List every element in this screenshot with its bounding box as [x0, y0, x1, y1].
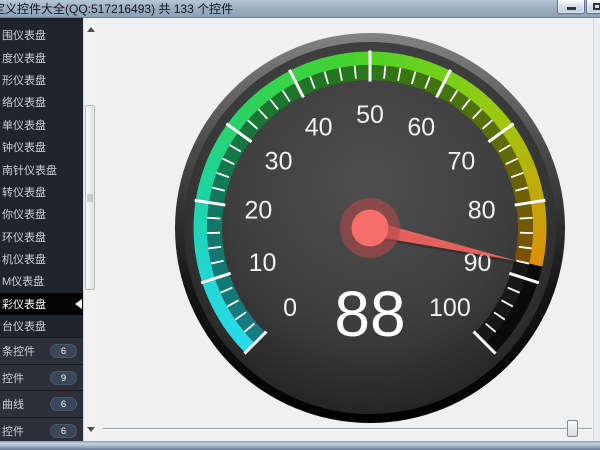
sidebar-item-label: 钟仪表盘 [2, 139, 46, 155]
scroll-down-icon[interactable] [87, 427, 95, 432]
window-bottom-border [0, 441, 600, 450]
app-window: 定义控件大全(QQ:517216493) 共 133 个控件 围仪表盘度仪表盘形… [0, 0, 600, 450]
sidebar-group-item[interactable]: 曲线 6 [0, 390, 83, 417]
svg-text:100: 100 [429, 294, 471, 322]
count-badge: 6 [50, 344, 77, 358]
sidebar-item[interactable]: 围仪表盘 [0, 24, 83, 46]
maximize-icon [593, 3, 600, 10]
sidebar-item[interactable]: 络仪表盘 [0, 91, 83, 113]
sidebar-item-label: 你仪表盘 [2, 206, 46, 222]
sidebar-item-label: 转仪表盘 [2, 184, 46, 200]
sidebar-item-label: M仪表盘 [2, 273, 44, 289]
sidebar-item[interactable]: 彩仪表盘 [0, 293, 83, 315]
gauge-value: 88 [334, 278, 405, 350]
sidebar-group-label: 控件 [2, 370, 24, 386]
sidebar-item-label: 络仪表盘 [2, 94, 46, 110]
svg-text:40: 40 [305, 113, 333, 141]
count-badge: 6 [50, 424, 77, 438]
sidebar-item[interactable]: 转仪表盘 [0, 181, 83, 203]
svg-text:70: 70 [448, 148, 476, 176]
svg-text:60: 60 [407, 113, 435, 141]
window-controls [557, 0, 600, 14]
svg-text:10: 10 [249, 249, 277, 277]
minimize-icon [567, 7, 576, 10]
sidebar-item-label: 彩仪表盘 [2, 296, 46, 312]
sidebar-groups: 条控件 6 控件 9 曲线 6 控件 6 [0, 337, 83, 441]
scroll-up-icon[interactable] [87, 27, 95, 32]
selected-item-marker-icon [75, 299, 82, 309]
sidebar-item-label: 机仪表盘 [2, 251, 46, 267]
sidebar-item[interactable]: 环仪表盘 [0, 226, 83, 248]
sidebar-item-label: 台仪表盘 [2, 318, 46, 334]
svg-text:0: 0 [283, 294, 297, 322]
count-badge: 6 [50, 397, 77, 411]
sidebar-group-item[interactable]: 条控件 6 [0, 337, 83, 364]
svg-text:30: 30 [265, 148, 293, 176]
sidebar-item-label: 围仪表盘 [2, 27, 46, 43]
sidebar-item[interactable]: M仪表盘 [0, 270, 83, 292]
window-title: 定义控件大全(QQ:517216493) 共 133 个控件 [0, 1, 233, 18]
value-slider-thumb[interactable] [567, 420, 578, 437]
gauge: 010203040506070809010088 [170, 28, 570, 428]
sidebar-item[interactable]: 南针仪表盘 [0, 158, 83, 180]
svg-text:50: 50 [356, 101, 384, 129]
gauge-hub [352, 210, 389, 247]
svg-text:80: 80 [468, 196, 496, 224]
scrollbar-thumb[interactable] [85, 105, 95, 290]
sidebar-item-label: 度仪表盘 [2, 50, 46, 66]
sidebar-item[interactable]: 形仪表盘 [0, 69, 83, 91]
sidebar-item-label: 单仪表盘 [2, 117, 46, 133]
sidebar-group-label: 曲线 [2, 396, 24, 412]
main-panel: 010203040506070809010088 [97, 18, 600, 441]
value-slider-track[interactable] [103, 428, 592, 429]
sidebar-group-label: 条控件 [2, 343, 35, 359]
sidebar-item-label: 南针仪表盘 [2, 162, 57, 178]
sidebar-item[interactable]: 单仪表盘 [0, 114, 83, 136]
sidebar-group-label: 控件 [2, 423, 24, 439]
sidebar-item-label: 环仪表盘 [2, 229, 46, 245]
count-badge: 9 [50, 371, 77, 385]
window-right-border [593, 18, 600, 441]
sidebar: 围仪表盘度仪表盘形仪表盘络仪表盘单仪表盘钟仪表盘南针仪表盘转仪表盘你仪表盘环仪表… [0, 18, 83, 441]
sidebar-scrollbar[interactable] [83, 18, 97, 441]
sidebar-item[interactable]: 台仪表盘 [0, 315, 83, 337]
sidebar-list: 围仪表盘度仪表盘形仪表盘络仪表盘单仪表盘钟仪表盘南针仪表盘转仪表盘你仪表盘环仪表… [0, 18, 83, 337]
sidebar-item[interactable]: 机仪表盘 [0, 248, 83, 270]
sidebar-group-item[interactable]: 控件 6 [0, 417, 83, 441]
scrollbar-grip-icon [87, 194, 93, 201]
minimize-button[interactable] [557, 0, 585, 14]
sidebar-item[interactable]: 度仪表盘 [0, 46, 83, 68]
maximize-button[interactable] [586, 0, 600, 14]
titlebar: 定义控件大全(QQ:517216493) 共 133 个控件 [0, 0, 600, 18]
sidebar-item[interactable]: 钟仪表盘 [0, 136, 83, 158]
sidebar-group-item[interactable]: 控件 9 [0, 364, 83, 391]
sidebar-item-label: 形仪表盘 [2, 72, 46, 88]
svg-text:20: 20 [244, 196, 272, 224]
sidebar-item[interactable]: 你仪表盘 [0, 203, 83, 225]
